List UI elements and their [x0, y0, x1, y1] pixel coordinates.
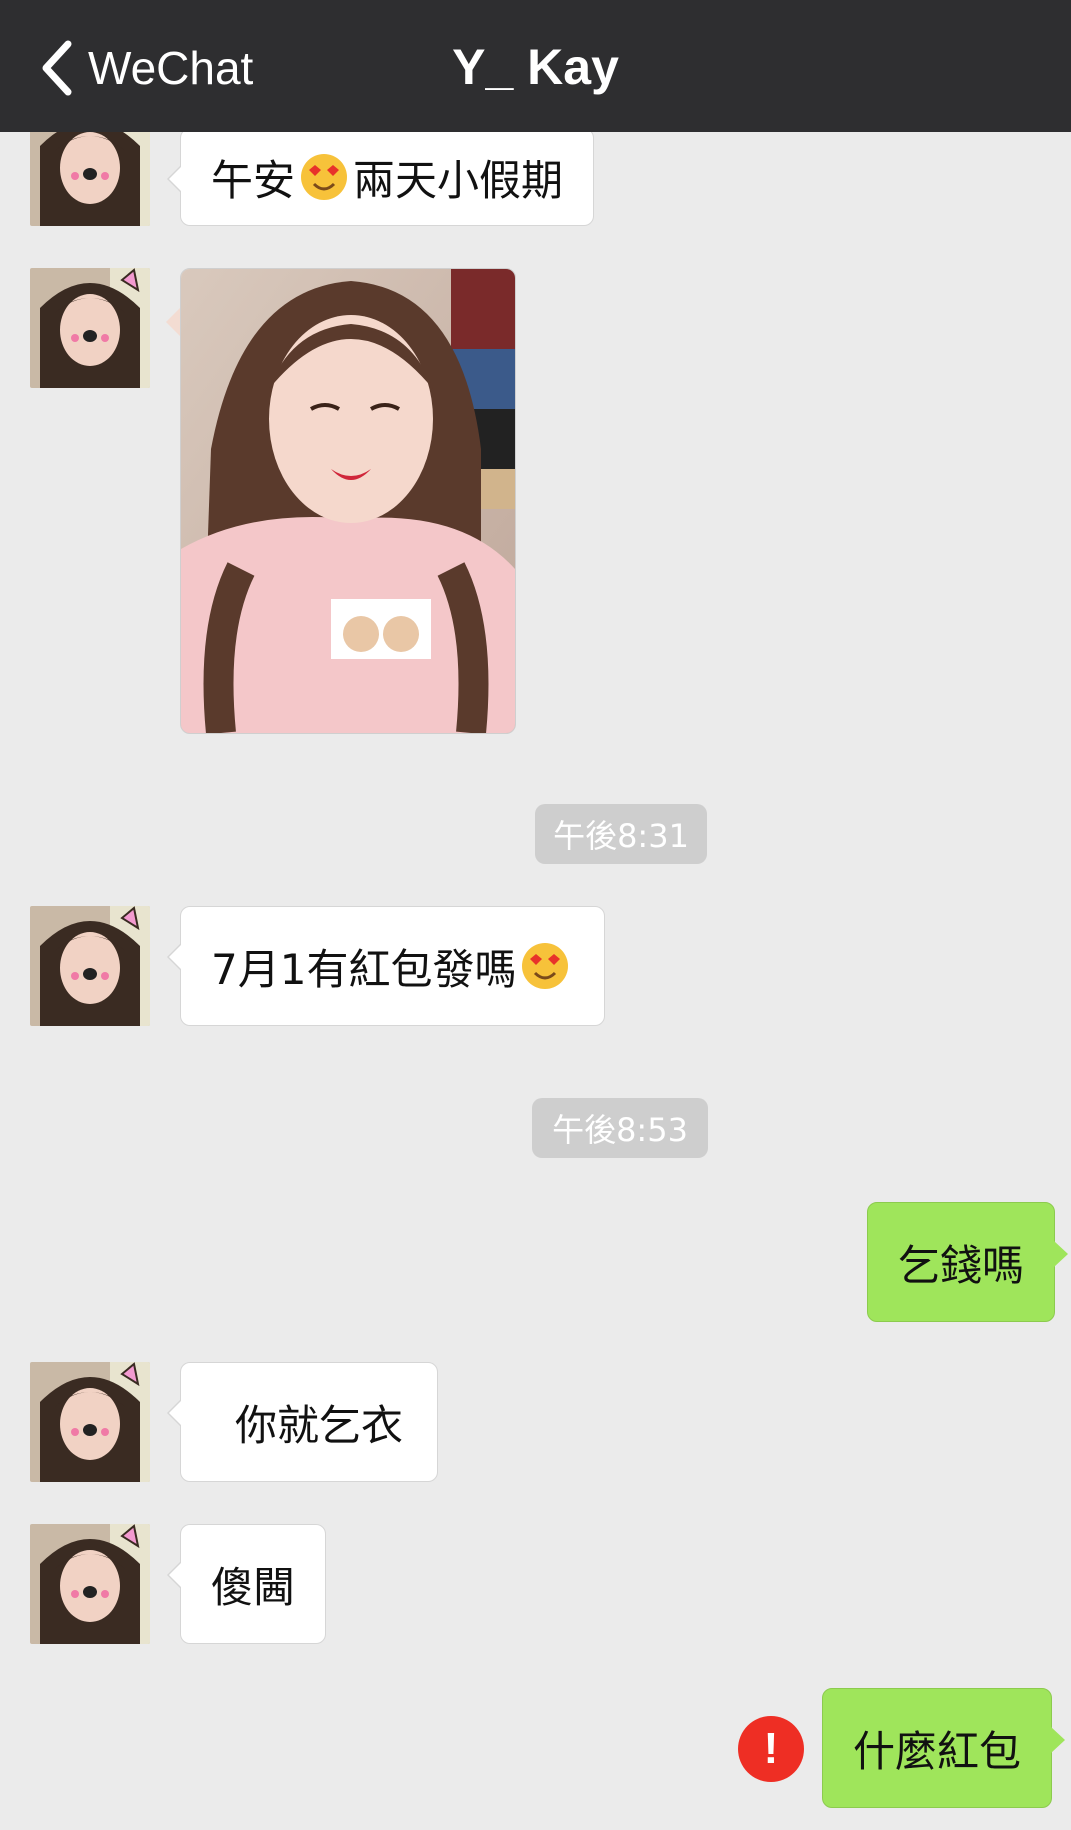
message-text: 乞錢嗎 [898, 1240, 1025, 1290]
avatar-image [30, 1524, 150, 1644]
chat-screen: WeChat Y_ Kay 午安 兩天小假期 午後8:31 7月1有紅包發嗎 午… [0, 0, 1071, 1830]
message-bubble-outgoing[interactable]: 乞錢嗎 [867, 1202, 1069, 1322]
message-text: 你就乞衣 [235, 1400, 404, 1450]
avatar-image [30, 268, 150, 388]
avatar-image [30, 906, 150, 1026]
timestamp: 午後8:53 [532, 1098, 708, 1158]
message-text: 7月1有紅包發嗎 [211, 944, 517, 994]
contact-avatar[interactable] [30, 1362, 150, 1482]
message-text: 午安 [211, 155, 296, 205]
image-message[interactable] [180, 268, 516, 734]
contact-avatar[interactable] [30, 906, 150, 1026]
contact-avatar[interactable] [30, 268, 150, 388]
chat-title: Y_ Kay [452, 39, 619, 95]
avatar-image [30, 1362, 150, 1482]
message-bubble-incoming[interactable]: 午安 兩天小假期 [166, 128, 595, 226]
message-bubble-incoming[interactable]: 傻閪 [166, 1524, 327, 1644]
selfie-photo [181, 269, 515, 733]
message-text: 傻閪 [211, 1562, 296, 1612]
timestamp: 午後8:31 [535, 804, 707, 864]
message-text: 兩天小假期 [353, 155, 564, 205]
message-bubble-outgoing[interactable]: 什麼紅包 [822, 1688, 1066, 1808]
message-bubble-incoming[interactable]: 你就乞衣 [166, 1362, 439, 1482]
navigation-bar: WeChat Y_ Kay [0, 0, 1071, 132]
contact-avatar[interactable] [30, 1524, 150, 1644]
heart-eyes-emoji-icon [522, 943, 569, 989]
send-failed-icon[interactable]: ! [738, 1716, 804, 1782]
message-bubble-incoming[interactable]: 7月1有紅包發嗎 [166, 906, 606, 1026]
message-text: 什麼紅包 [853, 1726, 1022, 1776]
photo-bubble-tail [166, 308, 180, 336]
heart-eyes-emoji-icon [301, 154, 348, 200]
